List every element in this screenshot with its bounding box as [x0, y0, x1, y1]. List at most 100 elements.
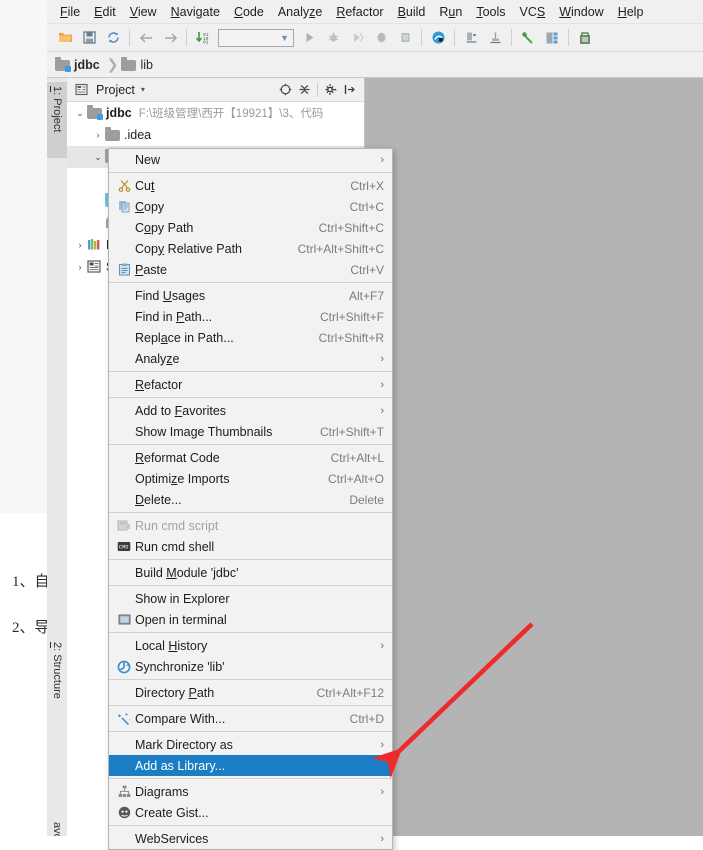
run-with-coverage-icon[interactable] [345, 27, 369, 49]
context-menu-item-delete[interactable]: Delete... Delete [109, 489, 392, 510]
tool-window-tab-avorites[interactable]: avorites [47, 818, 67, 836]
context-menu-item-diagrams[interactable]: Diagrams › [109, 781, 392, 802]
tree-row-jdbc[interactable]: ⌄ jdbc F:\班级管理\西开【19921】\3、代码 [67, 102, 364, 124]
context-menu-item-optimize-imports[interactable]: Optimize Imports Ctrl+Alt+O [109, 468, 392, 489]
breadcrumb-item-jdbc[interactable]: jdbc [55, 56, 100, 72]
menu-item-no-icon [115, 471, 133, 487]
sync-refresh-icon[interactable] [101, 27, 125, 49]
context-menu-item-directory-path[interactable]: Directory Path Ctrl+Alt+F12 [109, 682, 392, 703]
menubar-item-refactor[interactable]: Refactor [329, 2, 390, 22]
context-menu-item-show-in-explorer[interactable]: Show in Explorer [109, 588, 392, 609]
chevron-down-icon[interactable]: ⌄ [73, 108, 87, 119]
hide-panel-icon[interactable] [340, 81, 359, 99]
database-icon[interactable] [540, 27, 564, 49]
context-menu-item-build-module-jdbc[interactable]: Build Module 'jdbc' [109, 562, 392, 583]
context-menu-item-compare-with[interactable]: Compare With... Ctrl+D [109, 708, 392, 729]
menubar-item-navigate[interactable]: Navigate [164, 2, 227, 22]
settings-structure-icon[interactable] [459, 27, 483, 49]
context-menu-item-find-in-path[interactable]: Find in Path... Ctrl+Shift+F [109, 306, 392, 327]
debug-icon[interactable] [321, 27, 345, 49]
chevron-down-icon[interactable]: ⌄ [91, 152, 105, 163]
menu-item-no-icon [115, 591, 133, 607]
tree-row-idea[interactable]: › .idea [67, 124, 364, 146]
menubar-item-window[interactable]: Window [552, 2, 610, 22]
settings-gear-icon[interactable] [321, 81, 340, 99]
context-menu-item-run-cmd-shell[interactable]: CMD Run cmd shell [109, 536, 392, 557]
menu-separator [109, 282, 392, 283]
menubar-item-file[interactable]: File [53, 2, 87, 22]
context-menu-item-label: Open in terminal [135, 612, 227, 627]
menubar-item-run[interactable]: Run [432, 2, 469, 22]
context-menu-item-shortcut: Ctrl+Shift+R [318, 330, 384, 345]
menu-separator [109, 172, 392, 173]
context-menu-item-paste[interactable]: Paste Ctrl+V [109, 259, 392, 280]
run-configuration-selector[interactable]: ▼ [218, 28, 294, 47]
menubar-item-edit[interactable]: Edit [87, 2, 123, 22]
menubar-item-vcs[interactable]: VCS [513, 2, 553, 22]
search-everywhere-icon[interactable] [426, 27, 450, 49]
context-menu-item-add-to-favorites[interactable]: Add to Favorites › [109, 400, 392, 421]
menu-item-no-icon [115, 831, 133, 847]
project-view-icon [72, 81, 91, 99]
save-all-icon[interactable] [77, 27, 101, 49]
update-project-icon[interactable]: 01 10 01 [191, 27, 215, 49]
context-menu-item-webservices[interactable]: WebServices › [109, 828, 392, 849]
breadcrumb-item-lib[interactable]: lib [121, 56, 153, 72]
context-menu-item-find-usages[interactable]: Find Usages Alt+F7 [109, 285, 392, 306]
context-menu-item-create-gist[interactable]: Create Gist... [109, 802, 392, 823]
collapse-target-icon[interactable] [276, 81, 295, 99]
module-folder-icon [87, 105, 103, 120]
context-menu-item-show-image-thumbnails[interactable]: Show Image Thumbnails Ctrl+Shift+T [109, 421, 392, 442]
menubar-item-code[interactable]: Code [227, 2, 271, 22]
context-menu-item-copy[interactable]: Copy Ctrl+C [109, 196, 392, 217]
menu-separator [109, 444, 392, 445]
context-menu-item-cut[interactable]: Cut Ctrl+X [109, 175, 392, 196]
menubar-item-analyze[interactable]: Analyze [271, 2, 329, 22]
context-menu-item-analyze[interactable]: Analyze › [109, 348, 392, 369]
context-menu-item-mark-directory-as[interactable]: Mark Directory as › [109, 734, 392, 755]
svg-text:01: 01 [203, 40, 209, 45]
chevron-right-icon: › [380, 785, 384, 798]
context-menu-item-add-as-library[interactable]: Add as Library... [109, 755, 392, 776]
tool-window-tab-project[interactable]: 1: Project [47, 82, 67, 158]
stop-icon[interactable] [393, 27, 417, 49]
expand-collapse-icon[interactable] [295, 81, 314, 99]
menu-separator [109, 825, 392, 826]
context-menu-item-label: Directory Path [135, 685, 215, 700]
context-menu-item-new[interactable]: New › [109, 149, 392, 170]
context-menu-item-reformat-code[interactable]: Reformat Code Ctrl+Alt+L [109, 447, 392, 468]
menubar-item-view[interactable]: View [123, 2, 164, 22]
tool-window-tab-structure[interactable]: 2: Structure [47, 638, 67, 730]
navigate-back-icon[interactable] [134, 27, 158, 49]
chevron-right-icon[interactable]: › [91, 130, 105, 140]
chevron-right-icon[interactable]: › [73, 240, 87, 250]
open-folder-icon[interactable] [53, 27, 77, 49]
menu-separator [109, 371, 392, 372]
chevron-right-icon[interactable]: › [73, 262, 87, 272]
wrench-icon[interactable] [516, 27, 540, 49]
menubar-item-help[interactable]: Help [611, 2, 651, 22]
context-menu-item-label: Show Image Thumbnails [135, 424, 273, 439]
context-menu-item-local-history[interactable]: Local History › [109, 635, 392, 656]
menu-item-no-icon [115, 351, 133, 367]
sdk-icon[interactable] [483, 27, 507, 49]
context-menu-item-shortcut: Ctrl+Shift+T [319, 424, 384, 439]
context-menu-item-synchronize-lib[interactable]: Synchronize 'lib' [109, 656, 392, 677]
build-icon[interactable] [573, 27, 597, 49]
profile-icon[interactable] [369, 27, 393, 49]
menubar-item-build[interactable]: Build [391, 2, 433, 22]
scratches-icon [87, 260, 102, 274]
context-menu-item-copy-relative-path[interactable]: Copy Relative Path Ctrl+Alt+Shift+C [109, 238, 392, 259]
menubar-item-tools[interactable]: Tools [469, 2, 512, 22]
run-icon[interactable] [297, 27, 321, 49]
navigate-forward-icon[interactable] [158, 27, 182, 49]
context-menu-item-label: Show in Explorer [135, 591, 230, 606]
context-menu-item-open-in-terminal[interactable]: Open in terminal [109, 609, 392, 630]
folder-icon [121, 56, 137, 72]
context-menu-item-refactor[interactable]: Refactor › [109, 374, 392, 395]
context-menu-item-copy-path[interactable]: Copy Path Ctrl+Shift+C [109, 217, 392, 238]
menu-item-no-icon [115, 424, 133, 440]
menu-separator [109, 585, 392, 586]
context-menu-item-replace-in-path[interactable]: Replace in Path... Ctrl+Shift+R [109, 327, 392, 348]
chevron-down-icon[interactable]: ▾ [141, 85, 145, 94]
